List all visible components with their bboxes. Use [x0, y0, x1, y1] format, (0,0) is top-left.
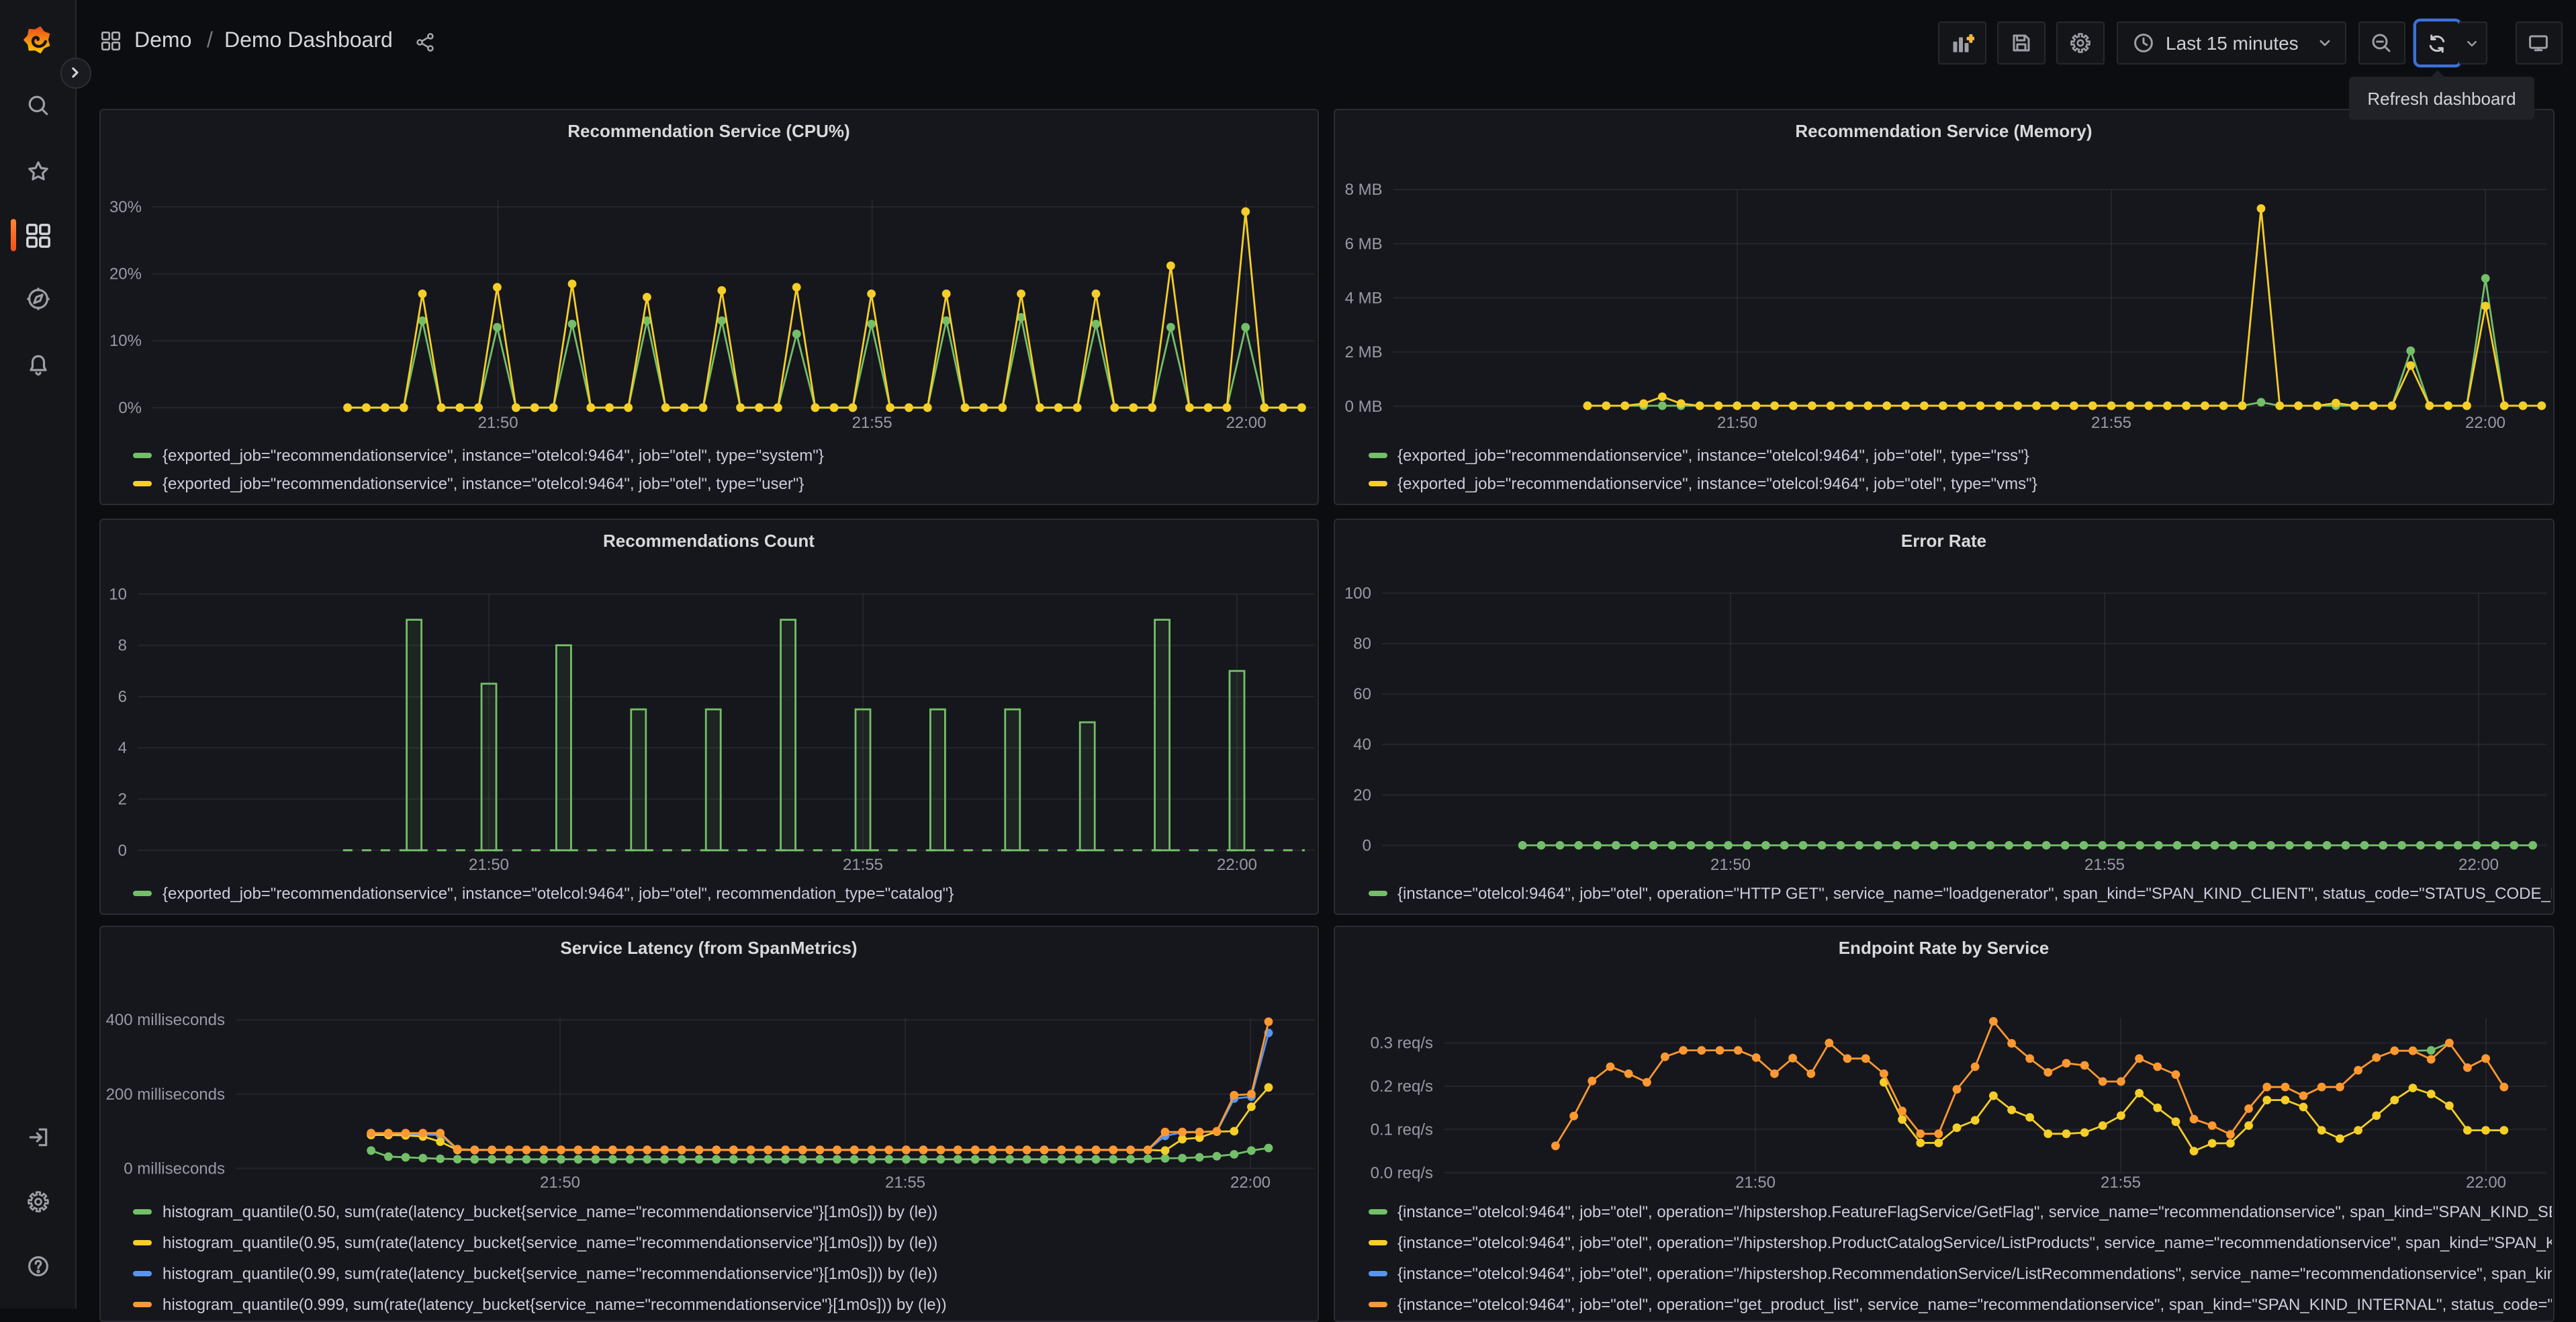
svg-text:21:55: 21:55	[2101, 1173, 2141, 1191]
svg-text:20: 20	[1353, 785, 1371, 803]
svg-text:40: 40	[1353, 735, 1371, 753]
svg-text:0%: 0%	[118, 398, 141, 416]
svg-text:22:00: 22:00	[1230, 1173, 1270, 1191]
svg-text:21:50: 21:50	[468, 855, 508, 873]
svg-text:0.3 req/s: 0.3 req/s	[1371, 1034, 1433, 1052]
svg-text:22:00: 22:00	[1216, 855, 1256, 873]
svg-text:400 milliseconds: 400 milliseconds	[105, 1010, 224, 1028]
svg-text:20%: 20%	[109, 265, 141, 283]
svg-text:21:55: 21:55	[2091, 413, 2131, 431]
svg-text:4: 4	[118, 738, 126, 756]
svg-text:60: 60	[1353, 685, 1371, 703]
svg-text:22:00: 22:00	[1226, 413, 1266, 431]
svg-text:0.0 req/s: 0.0 req/s	[1371, 1163, 1433, 1182]
svg-text:6 MB: 6 MB	[1345, 234, 1383, 253]
svg-text:21:50: 21:50	[1710, 855, 1751, 873]
svg-text:10%: 10%	[109, 331, 141, 349]
svg-text:6: 6	[118, 687, 126, 705]
svg-text:8: 8	[118, 636, 126, 654]
svg-text:80: 80	[1353, 634, 1371, 652]
svg-text:21:55: 21:55	[884, 1173, 925, 1191]
svg-text:21:50: 21:50	[539, 1173, 580, 1191]
svg-text:21:50: 21:50	[1717, 413, 1757, 431]
svg-text:0: 0	[118, 841, 126, 859]
svg-text:0 milliseconds: 0 milliseconds	[123, 1159, 224, 1177]
svg-text:21:50: 21:50	[1735, 1173, 1776, 1191]
svg-text:2 MB: 2 MB	[1345, 343, 1383, 361]
svg-text:0.2 req/s: 0.2 req/s	[1371, 1077, 1433, 1095]
svg-text:10: 10	[108, 584, 126, 603]
svg-text:0: 0	[1363, 836, 1371, 854]
svg-text:100: 100	[1344, 584, 1371, 602]
svg-text:22:00: 22:00	[2465, 413, 2505, 431]
svg-text:4 MB: 4 MB	[1345, 288, 1383, 306]
svg-text:2: 2	[118, 790, 126, 808]
svg-text:200 milliseconds: 200 milliseconds	[105, 1085, 224, 1103]
svg-text:0 MB: 0 MB	[1345, 397, 1383, 415]
svg-text:21:55: 21:55	[2084, 855, 2125, 873]
svg-text:30%: 30%	[109, 197, 141, 216]
svg-text:22:00: 22:00	[2458, 855, 2499, 873]
svg-text:21:55: 21:55	[852, 413, 892, 431]
svg-text:21:50: 21:50	[477, 413, 518, 431]
svg-text:8 MB: 8 MB	[1345, 180, 1383, 198]
svg-text:21:55: 21:55	[842, 855, 882, 873]
svg-text:22:00: 22:00	[2466, 1173, 2506, 1191]
svg-text:0.1 req/s: 0.1 req/s	[1371, 1120, 1433, 1138]
